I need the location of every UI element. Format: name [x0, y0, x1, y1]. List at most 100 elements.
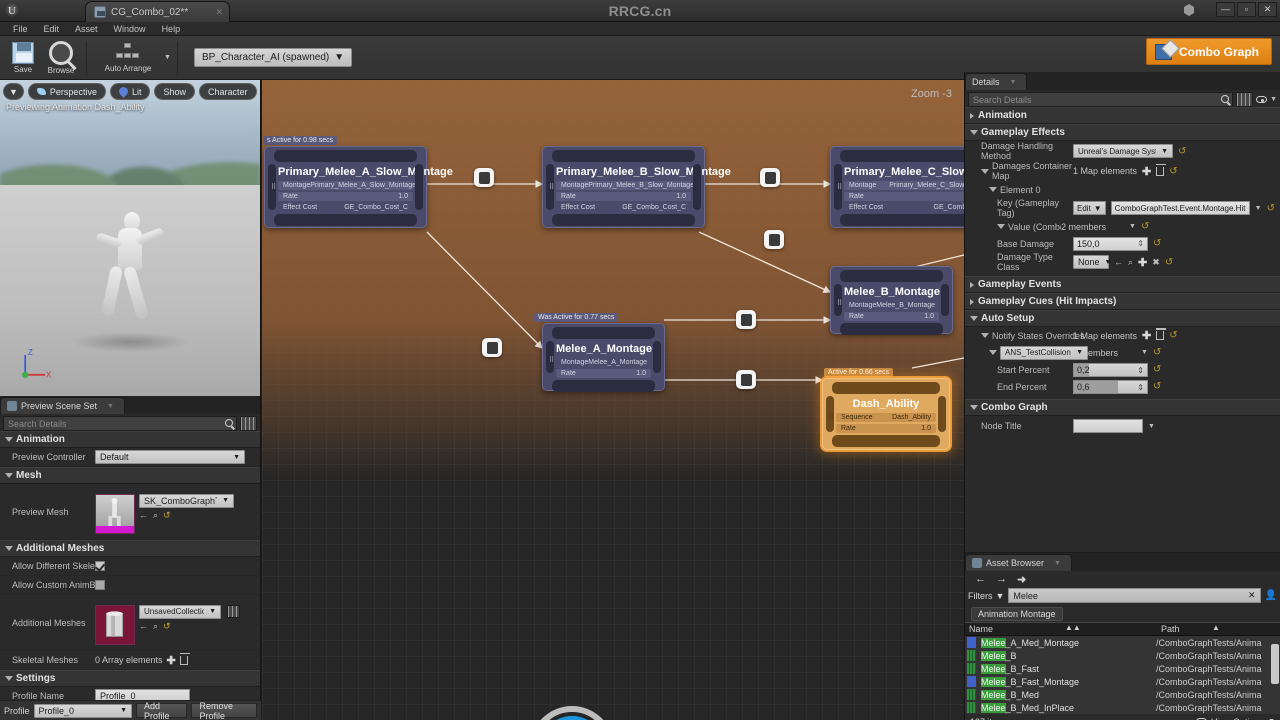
chevron-down-icon[interactable]: ▼ [1270, 96, 1277, 103]
chevron-down-icon[interactable]: ▼ [107, 403, 114, 410]
forward-icon[interactable]: → [996, 573, 1007, 585]
reset-icon[interactable]: ↺ [1178, 146, 1186, 157]
allow-different-skeleton-checkbox[interactable] [95, 561, 105, 571]
node-output-pin[interactable] [415, 164, 423, 210]
table-row[interactable]: Melee_B /ComboGraphTests/Anima [965, 649, 1280, 662]
node-output-pin[interactable] [941, 284, 949, 316]
row-element-0[interactable]: Element 0 [965, 181, 1280, 198]
chevron-down-icon[interactable]: ▼ [1129, 223, 1136, 230]
section-settings[interactable]: Settings [0, 670, 260, 687]
add-icon[interactable]: ✚ [1138, 256, 1147, 269]
graph-node-melee-b-montage[interactable]: Melee_B_Montage Montage Melee_B_Montage … [830, 266, 953, 335]
section-animation[interactable]: Animation [965, 107, 1280, 124]
menu-file[interactable]: File [5, 22, 36, 36]
use-selected-icon[interactable]: ← [1114, 257, 1123, 267]
asset-list-scrollbar[interactable] [1271, 644, 1279, 684]
add-icon[interactable]: ✚ [1142, 329, 1151, 342]
details-search-input[interactable]: Search Details [968, 92, 1234, 107]
reset-icon[interactable]: ↺ [1165, 257, 1173, 268]
menu-asset[interactable]: Asset [67, 22, 106, 36]
damage-type-dropdown[interactable]: None ▼ [1073, 255, 1111, 269]
transition-node-icon[interactable] [474, 168, 494, 187]
graph-node-primary-melee-b[interactable]: Primary_Melee_B_Slow_Montage Montage Pri… [542, 146, 731, 228]
save-collection-icon[interactable] [227, 604, 240, 618]
transition-node-icon[interactable] [736, 310, 756, 329]
spinner-icon[interactable]: ⇕ [1137, 239, 1144, 248]
transition-node-icon[interactable] [764, 230, 784, 249]
combo-graph-canvas[interactable]: Zoom -3 s Active for 0.98 secs Primary_M… [262, 80, 964, 720]
end-percent-slider[interactable]: 0,6 ⇕ [1073, 379, 1148, 394]
menu-edit[interactable]: Edit [36, 22, 68, 36]
asset-table-body[interactable]: Melee_A_Med_Montage /ComboGraphTests/Ani… [965, 636, 1280, 714]
table-row[interactable]: Melee_A_Med_Montage /ComboGraphTests/Ani… [965, 636, 1280, 649]
preview-mesh-thumbnail[interactable] [95, 493, 135, 534]
chevron-down-icon[interactable]: ▼ [1010, 79, 1017, 86]
use-selected-icon[interactable]: ← [139, 510, 148, 520]
lod-button[interactable]: LOD Auto [261, 83, 262, 100]
graph-node-dash-ability[interactable]: Dash_Ability Sequence Dash_Ability Rate … [822, 378, 950, 450]
blueprint-selector[interactable]: BP_Character_AI (spawned) ▼ [193, 48, 353, 67]
preview-scene-search-input[interactable]: Search Details [3, 416, 237, 431]
section-auto-setup[interactable]: Auto Setup [965, 310, 1280, 327]
graph-node-primary-melee-c[interactable]: Primary_Melee_C_Slow_Mor Montage Primary… [830, 146, 964, 228]
remove-profile-button[interactable]: Remove Profile [191, 701, 257, 720]
add-icon[interactable]: ✚ [1142, 165, 1151, 178]
transition-node-icon[interactable] [482, 338, 502, 357]
damage-handling-dropdown[interactable]: Unreal's Damage System ▼ [1073, 144, 1173, 158]
key-edit-button[interactable]: Edit ▼ [1073, 201, 1106, 215]
chevron-down-icon[interactable]: ▼ [1255, 205, 1262, 212]
reset-icon[interactable]: ↺ [1153, 347, 1161, 358]
clear-icon[interactable]: ✕ [1248, 590, 1256, 601]
reset-icon[interactable]: ↺ [1169, 166, 1177, 177]
reset-icon[interactable]: ↺ [163, 510, 171, 521]
reset-icon[interactable]: ↺ [1153, 381, 1161, 392]
browse-button[interactable]: Browse [42, 37, 80, 79]
go-icon[interactable]: ➜ [1017, 573, 1026, 586]
node-output-pin[interactable] [653, 341, 661, 373]
section-gameplay-events[interactable]: Gameplay Events [965, 276, 1280, 293]
combo-graph-button[interactable]: Combo Graph [1146, 38, 1272, 65]
transition-node-icon[interactable] [760, 168, 780, 187]
graph-node-melee-a-montage[interactable]: Melee_A_Montage Montage Melee_A_Montage … [542, 323, 665, 392]
additional-meshes-thumbnail[interactable] [95, 604, 135, 645]
chevron-down-icon[interactable]: ▼ [1054, 560, 1061, 567]
browse-icon[interactable]: ⌕ [153, 510, 158, 521]
eye-icon[interactable] [1256, 96, 1268, 103]
chevron-down-icon[interactable]: ▼ [1141, 349, 1148, 356]
reset-icon[interactable]: ↺ [1153, 364, 1161, 375]
transition-node-icon[interactable] [736, 370, 756, 389]
browse-icon[interactable]: ⌕ [153, 621, 158, 632]
column-view-button[interactable] [240, 416, 257, 431]
chevron-down-icon[interactable]: ▼ [1148, 423, 1155, 430]
spinner-icon[interactable]: ⇕ [1137, 383, 1144, 392]
spinner-icon[interactable]: ⇕ [1137, 366, 1144, 375]
add-profile-button[interactable]: Add Profile [136, 701, 188, 720]
menu-window[interactable]: Window [106, 22, 154, 36]
delete-icon[interactable] [179, 652, 190, 665]
back-icon[interactable]: ← [975, 573, 986, 585]
section-additional-meshes[interactable]: Additional Meshes [0, 540, 260, 557]
table-row[interactable]: Melee_B_Med /ComboGraphTests/Anima [965, 688, 1280, 701]
section-gameplay-effects[interactable]: Gameplay Effects [965, 124, 1280, 141]
auto-arrange-button[interactable]: Auto Arrange [93, 37, 163, 79]
chevron-down-icon[interactable]: ▼ [164, 54, 171, 61]
table-row[interactable]: Melee_B_Fast_Montage /ComboGraphTests/An… [965, 675, 1280, 688]
node-output-pin[interactable] [938, 396, 946, 432]
preview-controller-dropdown[interactable]: Default ▼ [95, 450, 245, 464]
reset-icon[interactable]: ↺ [1141, 221, 1149, 232]
profile-dropdown[interactable]: Profile_0 ▼ [33, 703, 133, 718]
graph-node-primary-melee-a[interactable]: Primary_Melee_A_Slow_Montage Montage Pri… [264, 146, 453, 228]
key-value-field[interactable]: ComboGraphTest.Event.Montage.Hit [1110, 201, 1250, 215]
section-gameplay-cues[interactable]: Gameplay Cues (Hit Impacts) [965, 293, 1280, 310]
maximize-button[interactable]: ▫ [1237, 2, 1256, 17]
allow-custom-animbp-checkbox[interactable] [95, 580, 105, 590]
additional-meshes-dropdown[interactable]: UnsavedCollection ▼ [139, 604, 221, 619]
table-row[interactable]: Melee_B_Med_InPlace /ComboGraphTests/Ani… [965, 701, 1280, 714]
add-icon[interactable]: ✚ [167, 654, 176, 667]
tab-details[interactable]: Details ▼ [965, 73, 1028, 90]
use-selected-icon[interactable]: ← [139, 621, 148, 631]
tab-asset-browser[interactable]: Asset Browser ▼ [965, 554, 1072, 571]
clear-icon[interactable]: ✖ [1152, 257, 1160, 268]
damages-container-label-wrap[interactable]: Damages Container Map [965, 161, 1073, 181]
delete-icon[interactable] [1156, 163, 1167, 176]
